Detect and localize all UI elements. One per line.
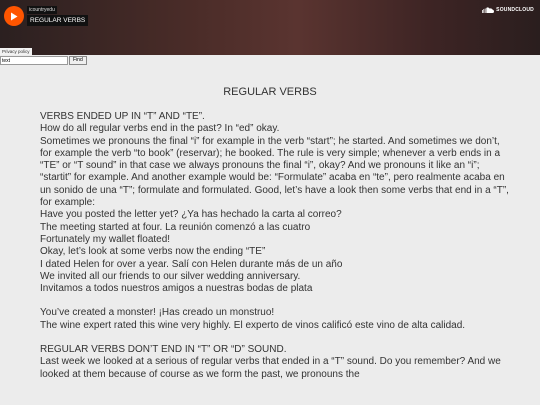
search-form: Find [0, 56, 87, 65]
page-title: REGULAR VERBS [223, 86, 317, 98]
soundcloud-player: icountryedu REGULAR VERBS SOUNDCLOUD Pri… [0, 0, 540, 55]
example-line: Have you posted the letter yet? ¿Ya has … [40, 209, 342, 221]
paragraph-line: How do all regular verbs end in the past… [40, 123, 280, 135]
find-button[interactable]: Find [69, 56, 87, 65]
uploader-link[interactable]: icountryedu [27, 6, 57, 14]
paragraph-explanation: Sometimes we pronouns the final “i” for … [40, 135, 509, 209]
section-heading-t-te: VERBS ENDED UP IN “T” AND “TE”. [40, 111, 205, 122]
article-body: VERBS ENDED UP IN “T” AND “TE”. How do a… [40, 111, 510, 381]
section-heading-no-t-d: REGULAR VERBS DON’T END IN “T” OR “D” SO… [40, 344, 287, 356]
soundcloud-cloud-icon [482, 7, 495, 13]
paragraph-line: Last week we looked at a serious of regu… [40, 356, 501, 380]
example-line: We invited all our friends to our silver… [40, 270, 301, 282]
search-input[interactable] [0, 56, 68, 65]
play-icon [11, 12, 18, 20]
track-title[interactable]: REGULAR VERBS [27, 15, 89, 26]
example-line: The wine expert rated this wine very hig… [40, 319, 466, 331]
soundcloud-brand-label: SOUNDCLOUD [496, 7, 534, 13]
example-line: Fortunately my wallet floated! [40, 233, 171, 245]
example-line: I dated Helen for over a year. Salí con … [40, 258, 343, 270]
paragraph-line: Okay, let’s look at some verbs now the e… [40, 246, 266, 258]
play-button[interactable] [4, 6, 24, 26]
example-line: The meeting started at four. La reunión … [40, 221, 311, 233]
example-line: You’ve created a monster! ¡Has creado un… [40, 307, 275, 319]
soundcloud-logo[interactable]: SOUNDCLOUD [482, 7, 534, 13]
example-line: Invitamos a todos nuestros amigos a nues… [40, 283, 313, 295]
privacy-policy-link[interactable]: Privacy policy [0, 48, 32, 55]
